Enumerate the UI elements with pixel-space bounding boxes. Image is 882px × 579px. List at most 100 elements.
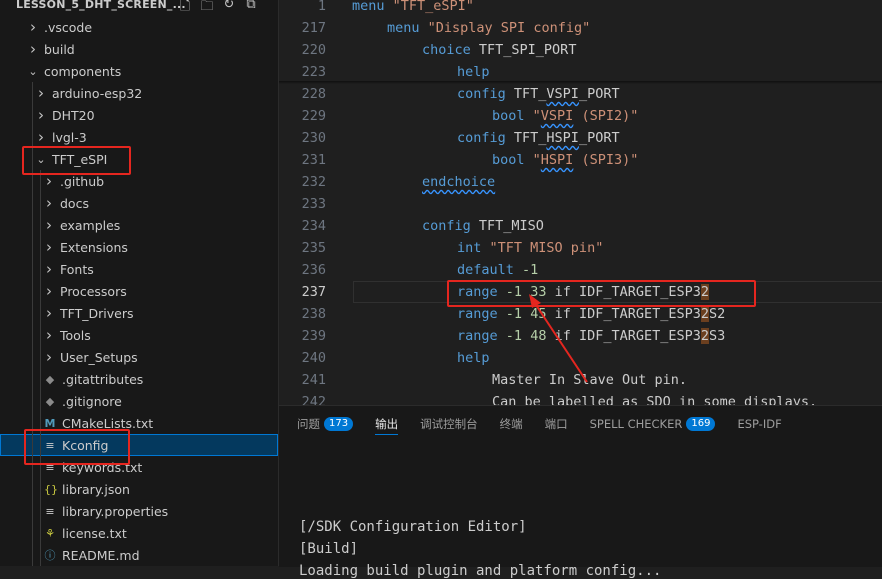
tree-item-label: docs: [60, 195, 89, 211]
code-text: help: [457, 61, 490, 83]
code-token: if IDF_TARGET_ESP3: [546, 306, 701, 322]
chevron-right-icon[interactable]: ›: [44, 348, 54, 366]
tree-file[interactable]: ◆ .gitignore: [0, 390, 278, 412]
tree-folder[interactable]: › Extensions: [0, 236, 278, 258]
panel-tab[interactable]: 调试控制台: [420, 414, 478, 434]
tree-item-label: Tools: [60, 327, 91, 343]
code-text: int "TFT MISO pin": [457, 237, 603, 259]
indent-guide: [32, 302, 33, 324]
tree-folder[interactable]: › DHT20: [0, 104, 278, 126]
line-number: 220: [301, 42, 326, 58]
code-text: range -1 48 if IDF_TARGET_ESP32S3: [457, 325, 725, 347]
code-line[interactable]: 228 config TFT_VSPI_PORT: [279, 83, 882, 105]
panel-tab[interactable]: 输出: [375, 414, 399, 435]
code-line[interactable]: 217 menu "Display SPI config": [279, 17, 882, 39]
tree-file[interactable]: {} library.json: [0, 478, 278, 500]
tree-folder[interactable]: ⌄ components: [0, 60, 278, 82]
code-line[interactable]: 220 choice TFT_SPI_PORT: [279, 39, 882, 61]
indent-guide: [32, 544, 33, 566]
chevron-right-icon[interactable]: ›: [28, 40, 38, 58]
code-line[interactable]: 233: [279, 193, 882, 215]
code-token: -1: [522, 262, 539, 278]
tree-folder[interactable]: › lvgl-3: [0, 126, 278, 148]
code-editor[interactable]: 242 Can be labelled as SDO in some displa…: [279, 0, 882, 405]
code-line[interactable]: 232 endchoice: [279, 171, 882, 193]
code-line[interactable]: 1 menu "TFT_eSPI": [279, 0, 882, 17]
code-text: menu "Display SPI config": [387, 17, 590, 39]
tree-folder[interactable]: › build: [0, 38, 278, 60]
tree-file[interactable]: ≡ library.properties: [0, 500, 278, 522]
code-line[interactable]: 230 config TFT_HSPI_PORT: [279, 127, 882, 149]
tree-file[interactable]: ◆ .gitattributes: [0, 368, 278, 390]
code-text: default -1: [457, 259, 538, 281]
code-text: menu "TFT_eSPI": [352, 0, 474, 17]
code-token: VSPI: [540, 108, 574, 124]
tree-folder[interactable]: › TFT_Drivers: [0, 302, 278, 324]
panel-tab[interactable]: SPELL CHECKER 169: [590, 414, 716, 434]
chevron-right-icon[interactable]: ›: [44, 238, 54, 256]
tree-folder[interactable]: › examples: [0, 214, 278, 236]
tree-folder[interactable]: › .vscode: [0, 16, 278, 38]
tree-folder[interactable]: › Processors: [0, 280, 278, 302]
tree-folder[interactable]: › User_Setups: [0, 346, 278, 368]
code-token: HSPI: [546, 130, 579, 146]
tree-item-label: components: [44, 63, 122, 79]
chevron-right-icon[interactable]: ›: [44, 194, 54, 212]
code-token: 45: [530, 306, 547, 322]
code-line[interactable]: 241 Master In Slave Out pin.: [279, 369, 882, 391]
chevron-right-icon[interactable]: ›: [44, 282, 54, 300]
license-icon: ⚘: [45, 526, 55, 540]
code-token: TFT_SPI_PORT: [470, 42, 577, 58]
chevron-right-icon[interactable]: ›: [36, 84, 46, 102]
indent-guide: [40, 544, 41, 566]
panel-tab[interactable]: 终端: [500, 414, 523, 434]
tree-item-label: examples: [60, 217, 121, 233]
code-line[interactable]: 223 help: [279, 61, 882, 83]
code-token: "Display SPI config": [427, 20, 591, 36]
code-text: choice TFT_SPI_PORT: [422, 39, 576, 61]
code-line[interactable]: 239 range -1 48 if IDF_TARGET_ESP32S3: [279, 325, 882, 347]
line-number: 237: [301, 284, 326, 300]
explorer-sidebar: LESSON_5_DHT_SCREEN_... 🗋 🗀 ↻ ⧉ › .vscode…: [0, 0, 279, 566]
count-badge: 173: [324, 417, 354, 431]
chevron-down-icon[interactable]: ⌄: [28, 65, 38, 78]
tree-item-label: User_Setups: [60, 349, 138, 365]
code-line[interactable]: 240 help: [279, 347, 882, 369]
code-line[interactable]: 231 bool "HSPI (SPI3)": [279, 149, 882, 171]
indent-guide: [32, 258, 33, 280]
line-number: 232: [301, 174, 326, 190]
output-line: Loading build plugin and platform config…: [299, 563, 662, 579]
code-line[interactable]: 235 int "TFT MISO pin": [279, 237, 882, 259]
workspace-title[interactable]: LESSON_5_DHT_SCREEN_...: [16, 0, 186, 11]
tree-file[interactable]: ⓘ README.md: [0, 544, 278, 566]
chevron-right-icon[interactable]: ›: [44, 304, 54, 322]
code-token: default: [457, 262, 514, 278]
tree-folder[interactable]: › arduino-esp32: [0, 82, 278, 104]
code-line[interactable]: 234 config TFT_MISO: [279, 215, 882, 237]
tree-item-label: DHT20: [52, 107, 95, 123]
chevron-right-icon[interactable]: ›: [36, 106, 46, 124]
tree-folder[interactable]: › Fonts: [0, 258, 278, 280]
code-line[interactable]: 229 bool "VSPI (SPI2)": [279, 105, 882, 127]
tree-file[interactable]: ⚘ license.txt: [0, 522, 278, 544]
chevron-right-icon[interactable]: ›: [44, 260, 54, 278]
tree-folder[interactable]: › Tools: [0, 324, 278, 346]
chevron-right-icon[interactable]: ›: [28, 18, 38, 36]
chevron-right-icon[interactable]: ›: [44, 216, 54, 234]
code-token: menu: [387, 20, 420, 36]
panel-tab[interactable]: ESP-IDF: [737, 414, 781, 434]
indent-guide: [32, 390, 33, 412]
panel-tab[interactable]: 问题 173: [297, 414, 354, 434]
code-line[interactable]: 242 Can be labelled as SDO in some displa…: [279, 391, 882, 405]
chevron-right-icon[interactable]: ›: [36, 128, 46, 146]
code-token: HSPI: [540, 152, 574, 168]
code-line[interactable]: 236 default -1: [279, 259, 882, 281]
panel-tab[interactable]: 端口: [545, 414, 568, 434]
tree-folder[interactable]: › docs: [0, 192, 278, 214]
chevron-right-icon[interactable]: ›: [44, 326, 54, 344]
